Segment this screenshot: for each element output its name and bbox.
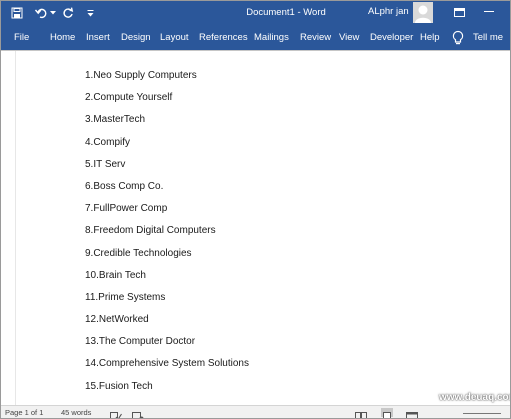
macro-record-icon[interactable] [132, 408, 144, 418]
list-item: 15.Fusion Tech [85, 380, 153, 392]
list-item: 10.Brain Tech [85, 269, 146, 281]
title-bar: Document1 - Word ALphr jan [1, 1, 510, 26]
minimize-icon[interactable] [477, 1, 501, 23]
tell-me-search[interactable]: Tell me [473, 32, 503, 43]
zoom-slider[interactable] [463, 413, 501, 414]
ribbon-tabs: File Home Insert Design Layout Reference… [1, 26, 510, 50]
list-item: 5.IT Serv [85, 158, 126, 170]
list-item: 9.Credible Technologies [85, 247, 192, 259]
avatar[interactable] [413, 2, 433, 23]
print-layout-icon[interactable] [381, 408, 393, 418]
web-layout-icon[interactable] [406, 408, 418, 418]
user-name[interactable]: ALphr jan [368, 6, 409, 17]
tab-mailings[interactable]: Mailings [254, 32, 289, 43]
tab-file[interactable]: File [14, 32, 29, 43]
save-icon[interactable] [9, 4, 25, 22]
redo-icon[interactable] [60, 4, 76, 22]
list-item: 4.Compify [85, 136, 131, 148]
list-item: 11.Prime Systems [85, 291, 166, 303]
lightbulb-icon[interactable] [451, 30, 465, 46]
list-item: 2.Compute Yourself [85, 92, 173, 104]
tab-insert[interactable]: Insert [86, 32, 110, 43]
document-page[interactable]: 1.Neo Supply Computers 2.Compute Yoursel… [1, 50, 510, 406]
undo-dropdown-icon[interactable] [49, 4, 57, 22]
read-mode-icon[interactable] [355, 408, 367, 418]
list-item: 7.FullPower Comp [85, 203, 168, 215]
watermark: www.deuaq.com [439, 392, 511, 403]
tab-home[interactable]: Home [50, 32, 75, 43]
tab-developer[interactable]: Developer [370, 32, 413, 43]
document-title: Document1 - Word [246, 7, 326, 18]
tab-references[interactable]: References [199, 32, 248, 43]
list-item: 8.Freedom Digital Computers [85, 225, 216, 237]
customize-qat-icon[interactable] [85, 4, 95, 22]
undo-icon[interactable] [33, 4, 49, 22]
tab-layout[interactable]: Layout [160, 32, 189, 43]
proofing-icon[interactable] [110, 408, 122, 418]
tab-help[interactable]: Help [420, 32, 440, 43]
list-item: 3.MasterTech [85, 114, 146, 126]
list-item: 14.Comprehensive System Solutions [85, 358, 249, 370]
tab-view[interactable]: View [339, 32, 359, 43]
tab-design[interactable]: Design [121, 32, 151, 43]
word-window: Document1 - Word ALphr jan File Home Ins… [0, 0, 511, 419]
list-item: 1.Neo Supply Computers [85, 70, 197, 81]
tab-review[interactable]: Review [300, 32, 331, 43]
status-bar: Page 1 of 1 45 words [1, 405, 510, 418]
list-item: 12.NetWorked [85, 314, 149, 326]
page-count[interactable]: Page 1 of 1 [5, 408, 43, 417]
list-item: 6.Boss Comp Co. [85, 180, 164, 192]
list-item: 13.The Computer Doctor [85, 336, 196, 348]
document-list: 1.Neo Supply Computers 2.Compute Yoursel… [85, 69, 249, 402]
word-count[interactable]: 45 words [61, 408, 91, 417]
ribbon-display-options-icon[interactable] [447, 1, 471, 23]
page-margin-line [15, 51, 16, 406]
